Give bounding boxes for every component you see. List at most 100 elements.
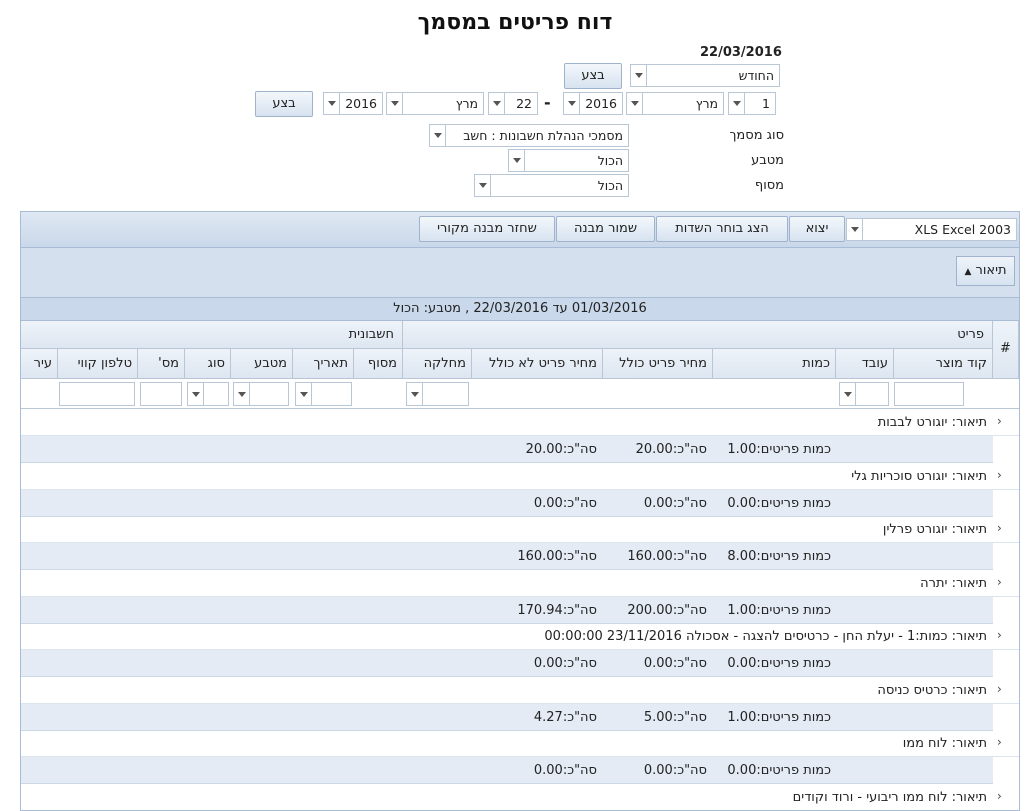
filter-currency[interactable] xyxy=(233,382,289,406)
group-row[interactable]: ›תיאור: יוגורט סוכריות גליכמות פריטים:0.… xyxy=(21,464,1019,517)
period-exec-button[interactable]: בצע xyxy=(564,63,622,89)
sort-asc-icon: ▲ xyxy=(964,267,971,277)
filter-product-code[interactable] xyxy=(894,382,964,406)
col-city[interactable]: עיר xyxy=(21,349,58,379)
chevron-down-icon[interactable] xyxy=(387,93,403,114)
group-summary-row: כמות פריטים:1.00סה"כ:5.00סה"כ:4.27 xyxy=(21,704,993,731)
group-row[interactable]: › תיאור: יוגורט פרלין כמות פריטים:8.00 סה"כ… xyxy=(21,517,1019,570)
chevron-right-icon[interactable]: › xyxy=(997,789,1011,803)
col-price-incl[interactable]: מחיר פריט כולל xyxy=(603,349,713,379)
col-terminal[interactable]: מסוף xyxy=(354,349,403,379)
report-date: 22/03/2016 xyxy=(700,45,780,60)
group-row-header[interactable]: › תיאור: יוגורט פרלין xyxy=(21,517,1019,543)
chevron-right-icon[interactable]: › xyxy=(997,521,1011,535)
chevron-down-icon[interactable] xyxy=(475,175,491,196)
group-row-header[interactable]: ›תיאור: יוגורט סוכריות גלי xyxy=(21,464,1019,490)
group-row[interactable]: › תיאור: כמות:1 - יעלת החן - כרטיסים להצג… xyxy=(21,624,1019,677)
restore-layout-button[interactable]: שחזר מבנה מקורי xyxy=(419,216,555,242)
chevron-down-icon[interactable] xyxy=(234,383,250,405)
group-panel: תיאור ▲ xyxy=(21,248,1019,298)
group-row[interactable]: › תיאור: לוח ממו ריבועי - ורוד וקודים xyxy=(21,785,1019,811)
chevron-down-icon[interactable] xyxy=(188,383,204,405)
chevron-down-icon[interactable] xyxy=(631,65,647,86)
col-quantity[interactable]: כמות xyxy=(713,349,836,379)
col-date[interactable]: תאריך xyxy=(293,349,354,379)
currency-select[interactable]: הכול xyxy=(508,149,629,172)
chevron-down-icon[interactable] xyxy=(847,219,863,240)
chevron-right-icon[interactable]: › xyxy=(997,575,1011,589)
field-chooser-button[interactable]: הצג בוחר השדות xyxy=(656,216,788,242)
col-currency[interactable]: מטבע xyxy=(231,349,293,379)
summary-quantity: כמות פריטים:8.00 xyxy=(727,549,831,564)
to-month-select[interactable]: מרץ xyxy=(386,92,484,115)
band-item: פריט xyxy=(403,321,993,349)
filter-number[interactable] xyxy=(140,382,182,406)
col-number[interactable]: מס' xyxy=(138,349,185,379)
terminal-select[interactable]: הכול xyxy=(474,174,629,197)
chevron-right-icon[interactable]: › xyxy=(997,468,1011,482)
grid-toolbar: XLS Excel 2003 יצוא הצג בוחר השדות שמור … xyxy=(21,212,1019,248)
chevron-down-icon[interactable] xyxy=(840,383,856,405)
group-summary-row: כמות פריטים:1.00סה"כ:20.00סה"כ:20.00 xyxy=(21,436,993,463)
chevron-right-icon[interactable]: › xyxy=(997,735,1011,749)
summary-price-excl: סה"כ:160.00 xyxy=(517,549,597,564)
filter-department[interactable] xyxy=(406,382,469,406)
chevron-right-icon[interactable]: › xyxy=(997,628,1011,642)
col-employee[interactable]: עובד xyxy=(836,349,894,379)
group-summary-row: כמות פריטים:1.00סה"כ:200.00סה"כ:170.94 xyxy=(21,597,993,624)
currency-label: מטבע xyxy=(700,153,784,168)
group-row-header[interactable]: ›תיאור: כרטיס כניסה xyxy=(21,678,1019,704)
group-row-header[interactable]: ›תיאור: יוגורט לבבות xyxy=(21,410,1019,436)
chevron-down-icon[interactable] xyxy=(509,150,525,171)
col-department[interactable]: מחלקה xyxy=(403,349,472,379)
save-layout-button[interactable]: שמור מבנה xyxy=(556,216,655,242)
group-row-header[interactable]: ›תיאור: לוח ממו xyxy=(21,731,1019,757)
group-description: תיאור: כמות:1 - יעלת החן - כרטיסים להצגה… xyxy=(544,629,987,644)
summary-price-incl: סה"כ:20.00 xyxy=(636,442,707,457)
filter-type[interactable] xyxy=(187,382,229,406)
chevron-right-icon[interactable]: › xyxy=(997,414,1011,428)
chevron-down-icon[interactable] xyxy=(430,125,446,146)
group-row-header[interactable]: › תיאור: כמות:1 - יעלת החן - כרטיסים להצג… xyxy=(21,624,1019,650)
group-description: תיאור: לוח ממו ריבועי - ורוד וקודים xyxy=(793,790,987,805)
filter-employee[interactable] xyxy=(839,382,889,406)
chevron-down-icon[interactable] xyxy=(407,383,423,405)
chevron-down-icon[interactable] xyxy=(324,93,340,114)
range-exec-button[interactable]: בצע xyxy=(255,91,313,117)
filter-phone[interactable] xyxy=(59,382,135,406)
filter-date[interactable] xyxy=(295,382,352,406)
chevron-down-icon[interactable] xyxy=(296,383,312,405)
group-row[interactable]: ›תיאור: כרטיס כניסהכמות פריטים:1.00סה"כ:… xyxy=(21,678,1019,731)
from-day-select[interactable]: 1 xyxy=(728,92,776,115)
to-year-select[interactable]: 2016 xyxy=(323,92,383,115)
chevron-down-icon[interactable] xyxy=(627,93,643,114)
group-row[interactable]: ›תיאור: יתרהכמות פריטים:1.00סה"כ:200.00ס… xyxy=(21,571,1019,624)
group-row-header[interactable]: › תיאור: לוח ממו ריבועי - ורוד וקודים xyxy=(21,785,1019,811)
summary-price-excl: סה"כ:170.94 xyxy=(517,603,597,618)
group-row-header[interactable]: ›תיאור: יתרה xyxy=(21,571,1019,597)
group-row[interactable]: ›תיאור: יוגורט לבבותכמות פריטים:1.00סה"כ… xyxy=(21,410,1019,463)
to-day-select[interactable]: 22 xyxy=(488,92,538,115)
doc-type-select[interactable]: מסמכי הנהלת חשבונות : חשב xyxy=(429,124,629,147)
summary-price-incl: סה"כ:0.00 xyxy=(644,763,707,778)
page-title: דוח פריטים במסמך xyxy=(0,10,1030,35)
chevron-right-icon[interactable]: › xyxy=(997,682,1011,696)
group-description: תיאור: יוגורט פרלין xyxy=(883,522,987,537)
export-button[interactable]: יצוא xyxy=(789,216,845,242)
group-row[interactable]: ›תיאור: לוח ממוכמות פריטים:0.00סה"כ:0.00… xyxy=(21,731,1019,784)
group-chip-description[interactable]: תיאור ▲ xyxy=(956,256,1015,286)
col-type[interactable]: סוג xyxy=(185,349,231,379)
chevron-down-icon[interactable] xyxy=(489,93,505,114)
from-year-select[interactable]: 2016 xyxy=(563,92,623,115)
period-select[interactable]: החודש xyxy=(630,64,780,87)
filter-row xyxy=(21,379,1019,409)
summary-price-incl: סה"כ:0.00 xyxy=(644,496,707,511)
col-price-excl[interactable]: מחיר פריט לא כולל xyxy=(472,349,603,379)
summary-price-incl: סה"כ:200.00 xyxy=(627,603,707,618)
chevron-down-icon[interactable] xyxy=(564,93,580,114)
col-phone[interactable]: טלפון קווי xyxy=(58,349,138,379)
from-month-select[interactable]: מרץ xyxy=(626,92,724,115)
export-format-select[interactable]: XLS Excel 2003 xyxy=(846,218,1017,241)
col-product-code[interactable]: קוד מוצר xyxy=(894,349,993,379)
chevron-down-icon[interactable] xyxy=(729,93,745,114)
